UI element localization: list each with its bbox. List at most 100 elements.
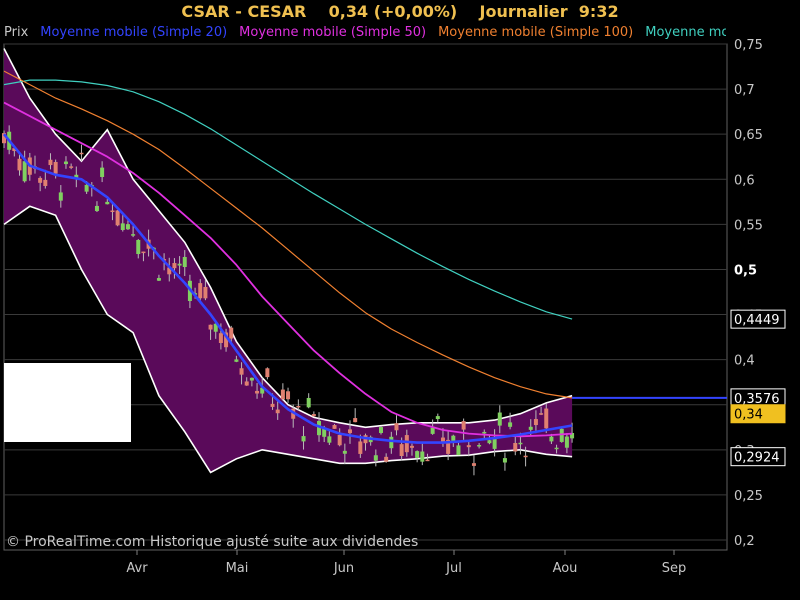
candle-body [229,327,234,339]
candle-body [286,391,291,400]
candle-body [533,419,538,426]
candle-body [275,409,280,414]
candle-body [69,166,74,168]
candle-body [301,436,306,442]
candle-body [332,425,337,429]
price-chart[interactable]: 0,750,70,650,60,550,50,450,40,350,30,250… [0,0,800,600]
candle-body [399,444,404,457]
candle-body [430,427,435,434]
x-tick-label: Aou [553,561,578,576]
candle-body [94,205,99,212]
candle-body [435,416,440,420]
value-label-text: 0,4449 [734,313,780,328]
candle-body [296,405,301,408]
candle-body [177,263,182,266]
candle-body [348,429,353,434]
candle-body [265,368,270,378]
candle-body [239,368,244,375]
candle-body [539,413,544,415]
candle-body [353,418,358,423]
x-tick-label: Avr [126,561,148,576]
candle-body [53,161,58,174]
candle-body [518,442,523,445]
candle-body [100,167,105,177]
candle-body [378,427,383,433]
candle-body [497,412,502,426]
candle-body [461,421,466,430]
candle-body [466,445,471,448]
candle-body [156,278,161,281]
x-tick-label: Sep [662,561,687,576]
candle-body [513,442,518,452]
y-tick-label: 0,4 [734,354,755,369]
candle-body [523,455,528,458]
candle-body [508,422,513,427]
candle-body [409,445,414,448]
candle-body [115,210,120,226]
y-tick-label: 0,7 [734,83,755,98]
candle-body [306,397,311,408]
candle-body [549,436,554,442]
candle-body [358,441,363,454]
candle-body [141,251,146,254]
candle-body [502,458,507,463]
candle-body [131,234,136,236]
candle-body [105,201,110,205]
candle-body [456,445,461,456]
candle-body [172,263,177,269]
candle-body [43,179,48,186]
y-tick-label: 0,2 [734,534,755,549]
y-tick-label: 0,5 [734,263,757,278]
y-tick-label: 0,6 [734,173,755,188]
copyright-note: © ProRealTime.com Historique ajusté suit… [6,534,419,550]
candle-body [487,440,492,444]
x-tick-label: Jun [333,561,354,576]
candle-body [554,447,559,450]
candle-body [22,161,27,182]
candle-body [327,436,332,443]
candle-body [544,408,549,429]
candle-body [477,445,482,447]
candle-body [384,456,389,462]
candle-body [38,177,43,183]
candle-body [337,434,342,446]
candle-body [270,403,275,407]
candle-body [208,324,213,330]
candle-body [255,390,260,394]
candle-body [280,389,285,400]
candle-body [373,455,378,461]
candle-body [404,435,409,453]
candle-body [389,436,394,449]
y-tick-label: 0,75 [734,38,763,53]
candle-body [420,451,425,462]
candle-body [48,159,53,166]
y-tick-label: 0,65 [734,128,763,143]
candle-body [425,459,430,462]
candle-body [415,451,420,458]
value-label-text: 0,2924 [734,451,780,466]
candle-body [482,431,487,434]
y-tick-label: 0,55 [734,218,763,233]
value-label-text: 0,34 [734,408,763,423]
candle-body [559,428,564,442]
x-tick-label: Jul [445,561,462,576]
candle-body [120,223,125,230]
candle-body [84,184,89,192]
candle-body [198,283,203,299]
y-tick-label: 0,25 [734,489,763,504]
candle-body [218,333,223,343]
candle-body [244,381,249,386]
candle-body [564,436,569,448]
blank-overlay-box [4,363,131,442]
candle-body [528,426,533,430]
candle-body [110,210,115,213]
candle-body [17,158,22,171]
candle-body [125,224,130,230]
candle-body [182,256,187,268]
candle-body [311,414,316,417]
candle-body [394,423,399,431]
candle-body [58,192,63,201]
candle-body [342,450,347,454]
candle-body [79,152,84,155]
candle-body [249,377,254,381]
